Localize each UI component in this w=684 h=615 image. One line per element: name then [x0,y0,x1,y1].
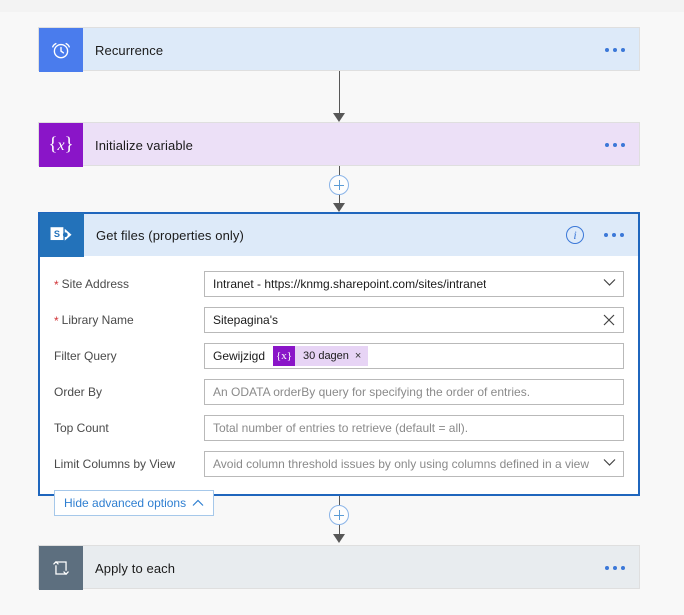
required-asterisk: * [54,314,59,328]
connector-line-upper [339,496,340,505]
step-title: Apply to each [95,560,176,576]
library-name-input[interactable]: Sitepagina's [204,307,624,333]
connector-line-upper [339,166,340,175]
form-row-site-address: * Site Address Intranet - https://knmg.s… [54,266,624,302]
order-by-input[interactable]: An ODATA orderBy query for specifying th… [204,379,624,405]
top-count-input[interactable]: Total number of entries to retrieve (def… [204,415,624,441]
connector-line [339,71,340,113]
insert-step-button[interactable] [329,505,349,525]
filter-query-value: Gewijzigd [213,349,266,363]
token-label: 30 dagen [303,350,349,362]
step-menu-button[interactable] [605,48,625,52]
site-address-value: Intranet - https://knmg.sharepoint.com/s… [213,277,487,291]
loop-icon [39,546,83,590]
order-by-placeholder: An ODATA orderBy query for specifying th… [213,385,531,399]
connector-arrow-icon [333,113,345,122]
field-label-site-address: * Site Address [54,277,130,292]
limit-columns-placeholder: Avoid column threshold issues by only us… [213,457,589,471]
form-row-top-count: Top Count Total number of entries to ret… [54,410,624,446]
step-title: Get files (properties only) [96,227,244,243]
dynamic-content-token[interactable]: {x} 30 dagen × [273,346,369,366]
chevron-up-icon [192,496,204,510]
flow-step-get-files[interactable]: S Get files (properties only) i * Site A… [38,212,640,516]
form-row-filter-query: Filter Query Gewijzigd {x} 30 dagen × [54,338,624,374]
form-row-order-by: Order By An ODATA orderBy query for spec… [54,374,624,410]
step-menu-button[interactable] [605,143,625,147]
step-header[interactable]: S Get files (properties only) i [40,213,638,257]
flow-step-initialize-variable[interactable]: {x} Initialize variable [38,122,640,167]
step-menu-button[interactable] [605,566,625,570]
field-label-library-name: * Library Name [54,313,134,328]
token-remove-icon[interactable]: × [355,350,368,362]
variable-braces-icon: {x} [273,346,296,366]
connector-arrow-icon [333,534,345,543]
field-label-filter-query: Filter Query [54,349,117,363]
sharepoint-icon: S [40,213,84,257]
step-header[interactable]: {x} Initialize variable [39,123,639,167]
step-title: Initialize variable [95,137,194,153]
clear-icon[interactable] [603,314,615,326]
site-address-input[interactable]: Intranet - https://knmg.sharepoint.com/s… [204,271,624,297]
advanced-options-label: Hide advanced options [64,496,187,510]
step-menu-button[interactable] [604,233,624,237]
step-header[interactable]: Apply to each [39,546,639,590]
hide-advanced-options-button[interactable]: Hide advanced options [54,490,215,516]
limit-columns-by-view-input[interactable]: Avoid column threshold issues by only us… [204,451,624,477]
flow-step-recurrence[interactable]: Recurrence [38,27,640,72]
get-files-form: * Site Address Intranet - https://knmg.s… [40,256,638,482]
svg-text:S: S [54,229,60,239]
step-title: Recurrence [95,42,164,58]
top-count-placeholder: Total number of entries to retrieve (def… [213,421,469,435]
chevron-down-icon[interactable] [603,458,616,470]
connector-arrow-icon [333,203,345,212]
variable-braces-icon: {x} [39,123,83,167]
step-header[interactable]: Recurrence [39,28,639,72]
filter-query-input[interactable]: Gewijzigd {x} 30 dagen × [204,343,624,369]
connector-line-lower [339,195,340,203]
connector-line-lower [339,525,340,534]
alarm-clock-icon [39,28,83,72]
field-label-limit-columns-by-view: Limit Columns by View [54,457,176,471]
top-strip [0,0,684,12]
required-asterisk: * [54,278,59,292]
form-row-library-name: * Library Name Sitepagina's [54,302,624,338]
flow-step-apply-to-each[interactable]: Apply to each [38,545,640,590]
flow-designer-canvas: Recurrence {x} Initialize variable S Get… [0,12,684,615]
field-label-top-count: Top Count [54,421,109,435]
field-label-order-by: Order By [54,385,103,399]
form-row-limit-columns-by-view: Limit Columns by View Avoid column thres… [54,446,624,482]
library-name-value: Sitepagina's [213,313,279,327]
chevron-down-icon[interactable] [603,278,616,290]
insert-step-button[interactable] [329,175,349,195]
information-icon[interactable]: i [566,226,584,244]
